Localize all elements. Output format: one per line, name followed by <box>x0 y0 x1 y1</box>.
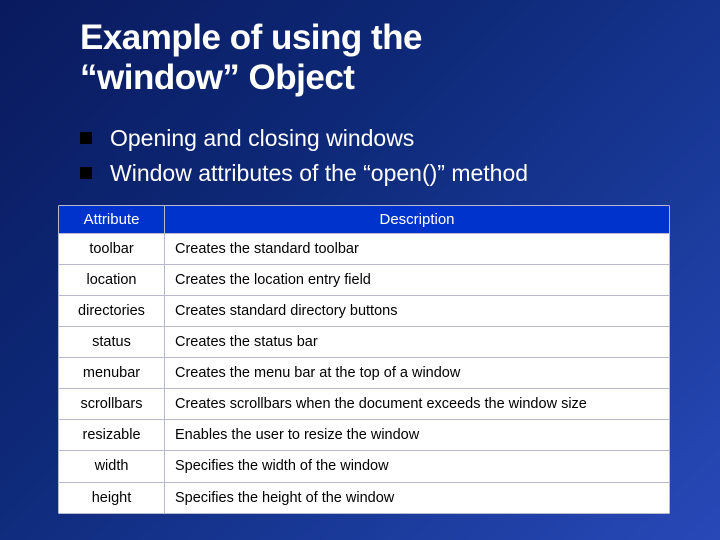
attr-cell: toolbar <box>59 233 165 264</box>
desc-cell: Specifies the height of the window <box>165 482 670 513</box>
bullet-list: Opening and closing windows Window attri… <box>80 123 680 189</box>
bullet-text: Window attributes of the “open()” method <box>110 158 528 189</box>
bullet-text: Opening and closing windows <box>110 123 414 154</box>
title-line-1: Example of using the <box>80 18 422 57</box>
attr-cell: scrollbars <box>59 389 165 420</box>
attr-cell: menubar <box>59 358 165 389</box>
attr-cell: height <box>59 482 165 513</box>
slide: Example of using the “window” Object Ope… <box>0 0 720 514</box>
square-bullet-icon <box>80 167 92 179</box>
bullet-item: Window attributes of the “open()” method <box>80 158 680 189</box>
table-row: scrollbars Creates scrollbars when the d… <box>59 389 670 420</box>
attr-cell: width <box>59 451 165 482</box>
desc-cell: Creates the status bar <box>165 326 670 357</box>
col-header-description: Description <box>165 205 670 233</box>
attr-cell: status <box>59 326 165 357</box>
slide-title: Example of using the “window” Object <box>80 18 680 99</box>
table-row: menubar Creates the menu bar at the top … <box>59 358 670 389</box>
desc-cell: Specifies the width of the window <box>165 451 670 482</box>
attr-cell: resizable <box>59 420 165 451</box>
attr-cell: location <box>59 264 165 295</box>
attr-cell: directories <box>59 295 165 326</box>
desc-cell: Enables the user to resize the window <box>165 420 670 451</box>
table-row: height Specifies the height of the windo… <box>59 482 670 513</box>
square-bullet-icon <box>80 132 92 144</box>
table-row: resizable Enables the user to resize the… <box>59 420 670 451</box>
col-header-attribute: Attribute <box>59 205 165 233</box>
title-line-2: “window” Object <box>80 58 354 97</box>
bullet-item: Opening and closing windows <box>80 123 680 154</box>
table-row: status Creates the status bar <box>59 326 670 357</box>
table-row: location Creates the location entry fiel… <box>59 264 670 295</box>
desc-cell: Creates the menu bar at the top of a win… <box>165 358 670 389</box>
table-row: directories Creates standard directory b… <box>59 295 670 326</box>
desc-cell: Creates the standard toolbar <box>165 233 670 264</box>
desc-cell: Creates the location entry field <box>165 264 670 295</box>
attributes-table: Attribute Description toolbar Creates th… <box>58 205 670 514</box>
table-row: toolbar Creates the standard toolbar <box>59 233 670 264</box>
table-row: width Specifies the width of the window <box>59 451 670 482</box>
desc-cell: Creates scrollbars when the document exc… <box>165 389 670 420</box>
desc-cell: Creates standard directory buttons <box>165 295 670 326</box>
